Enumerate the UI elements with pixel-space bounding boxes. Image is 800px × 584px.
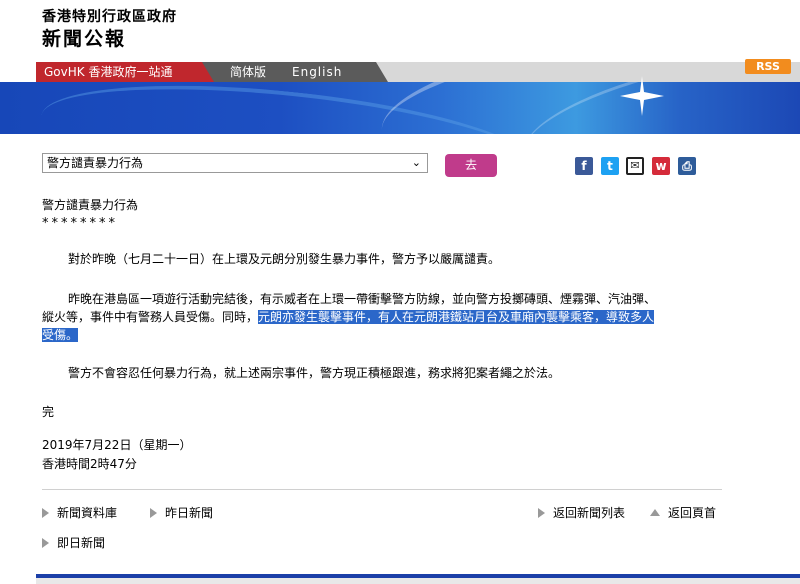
triangle-up-icon <box>650 509 660 516</box>
chevron-down-icon: ⌄ <box>411 156 421 169</box>
select-value: 警方譴責暴力行為 <box>47 156 144 170</box>
article-title: 警方譴責暴力行為 <box>42 198 139 212</box>
triangle-right-icon <box>42 538 49 548</box>
link-label: 返回頁首 <box>668 506 717 520</box>
today-news-link[interactable]: 即日新聞 <box>42 534 105 551</box>
nav-spacer <box>0 62 36 82</box>
article-paragraph-2-line-2: 縱火等，事件中有警務人員受傷。同時，元朗亦發生襲擊事件，有人在元朗港鐵站月台及車… <box>42 308 655 325</box>
print-icon[interactable]: ⎙ <box>678 157 696 175</box>
article-paragraph-2-line-1: 昨晚在港島區一項遊行活動完結後，有示威者在上環一帶衝擊警方防線，並向警方投擲磚頭… <box>68 292 657 306</box>
divider <box>42 489 722 490</box>
triangle-right-icon <box>42 508 49 518</box>
go-button[interactable]: 去 <box>445 154 497 177</box>
yesterday-news-link[interactable]: 昨日新聞 <box>150 504 213 521</box>
press-release-title[interactable]: 新聞公報 <box>42 24 126 51</box>
selected-text: 元朗亦發生襲擊事件，有人在元朗港鐵站月台及車廂內襲擊乘客，導致多人 <box>258 310 655 324</box>
twitter-icon[interactable]: t <box>601 157 619 175</box>
article-time: 香港時間2時47分 <box>42 457 137 471</box>
triangle-right-icon <box>538 508 545 518</box>
article-paragraph-1: 對於昨晚（七月二十一日）在上環及元朗分別發生暴力事件，警方予以嚴厲譴責。 <box>68 252 501 266</box>
facebook-icon[interactable]: f <box>575 157 593 175</box>
simplified-chinese-link[interactable]: 简体版 <box>230 62 266 82</box>
back-to-top-link[interactable]: 返回頁首 <box>650 504 716 521</box>
footer-strip <box>36 578 800 584</box>
article-paragraph-3: 警方不會容忍任何暴力行為，就上述兩宗事件，警方現正積極跟進，務求將犯案者繩之於法… <box>68 366 561 380</box>
rss-button[interactable]: RSS <box>745 59 791 74</box>
link-label: 返回新聞列表 <box>553 506 626 520</box>
link-label: 新聞資料庫 <box>57 506 118 520</box>
selected-text: 受傷。 <box>42 328 79 342</box>
article-stars: ******** <box>42 216 118 231</box>
article-paragraph-2-line-3: 受傷。 <box>42 326 79 343</box>
triangle-right-icon <box>150 508 157 518</box>
gov-name: 香港特別行政區政府 <box>42 9 177 25</box>
link-label: 即日新聞 <box>57 536 106 550</box>
banner <box>0 82 800 134</box>
article-date: 2019年7月22日（星期一） <box>42 438 192 452</box>
press-release-select[interactable]: 警方譴責暴力行為 ⌄ <box>42 153 428 173</box>
star-icon <box>620 76 664 116</box>
nav-bar: GovHK 香港政府一站通 简体版 English <box>0 62 800 82</box>
english-link[interactable]: English <box>292 62 342 82</box>
article-end: 完 <box>42 405 55 419</box>
weibo-icon[interactable]: w <box>652 157 670 175</box>
govhk-link[interactable]: GovHK 香港政府一站通 <box>36 62 214 82</box>
paragraph-text: 縱火等，事件中有警務人員受傷。同時， <box>42 310 259 324</box>
link-label: 昨日新聞 <box>165 506 214 520</box>
mail-icon[interactable]: ✉ <box>626 157 644 175</box>
page-header: 香港特別行政區政府 新聞公報 <box>0 0 800 62</box>
back-to-list-link[interactable]: 返回新聞列表 <box>538 504 625 521</box>
news-archive-link[interactable]: 新聞資料庫 <box>42 504 117 521</box>
